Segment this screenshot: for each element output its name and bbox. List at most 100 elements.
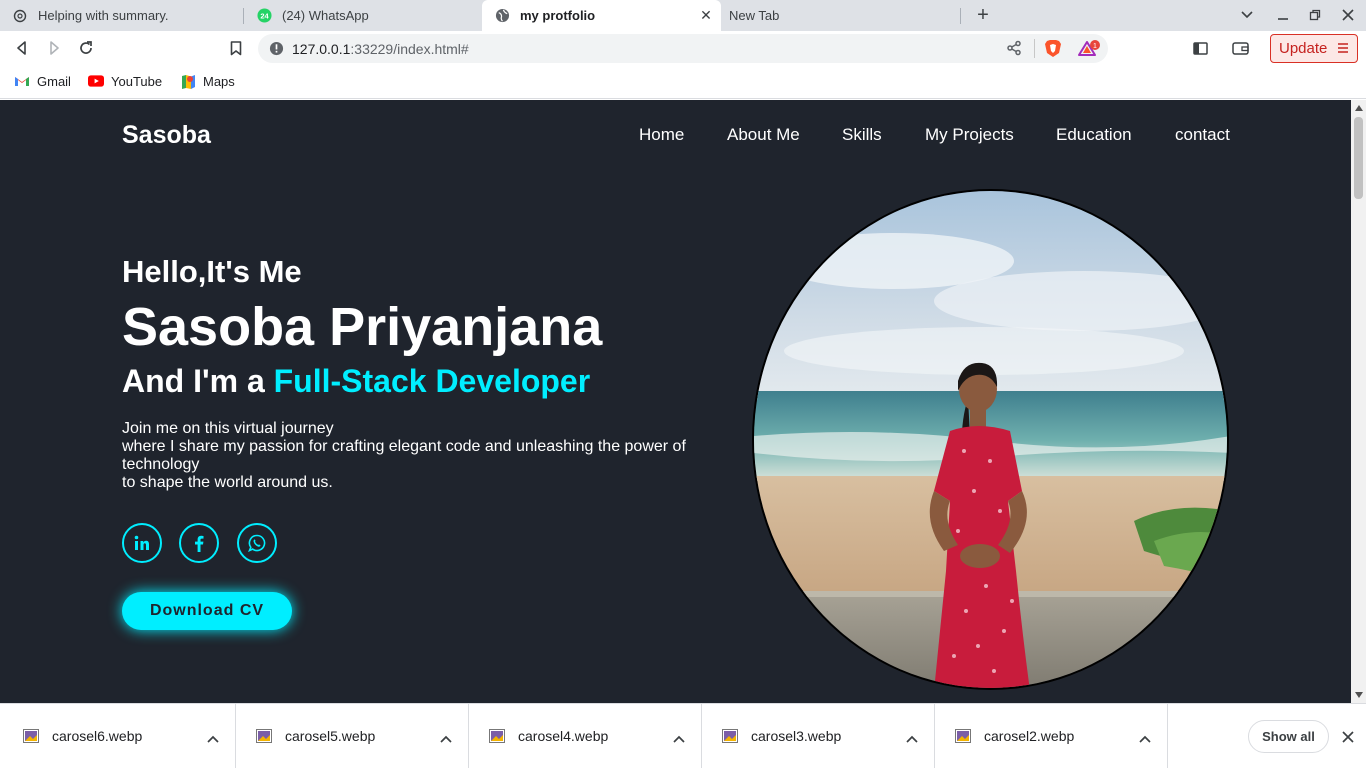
chevron-up-icon[interactable]	[906, 730, 918, 748]
tab-whatsapp[interactable]: 24 (24) WhatsApp	[244, 0, 482, 31]
bio-line: Join me on this virtual journey	[122, 420, 334, 437]
bookmark-label: Gmail	[37, 73, 71, 89]
role-accent: Full-Stack Developer	[273, 363, 591, 399]
chevron-up-icon[interactable]	[207, 730, 219, 748]
profile-photo	[752, 189, 1229, 690]
nav-skills[interactable]: Skills	[842, 125, 882, 145]
image-file-icon	[23, 729, 39, 748]
download-item[interactable]: carosel2.webp	[935, 704, 1168, 768]
bookmark-youtube[interactable]: YouTube	[88, 73, 162, 89]
brave-rewards-icon[interactable]: 1	[1078, 40, 1100, 63]
chevron-up-icon[interactable]	[673, 730, 685, 748]
show-all-downloads-button[interactable]: Show all	[1248, 720, 1329, 753]
scroll-down-arrow-icon[interactable]	[1351, 688, 1366, 702]
wallet-button[interactable]	[1228, 36, 1252, 60]
close-download-shelf-icon[interactable]	[1339, 728, 1357, 746]
bio-line: where I share my passion for crafting el…	[122, 438, 686, 473]
download-item[interactable]: carosel5.webp	[236, 704, 469, 768]
chevron-up-icon[interactable]	[440, 730, 452, 748]
update-button[interactable]: Update	[1270, 34, 1358, 63]
chatgpt-icon	[12, 8, 28, 24]
bookmarks-bar: Gmail YouTube Maps	[0, 65, 1366, 99]
scroll-up-arrow-icon[interactable]	[1351, 101, 1366, 115]
reload-icon	[80, 41, 92, 54]
download-item[interactable]: carosel6.webp	[3, 704, 236, 768]
tab-new-tab[interactable]: New Tab	[721, 0, 960, 31]
back-button[interactable]	[10, 36, 34, 60]
gmail-icon	[14, 73, 30, 89]
tab-title: (24) WhatsApp	[282, 8, 369, 23]
nav-about-me[interactable]: About Me	[727, 125, 800, 145]
hamburger-menu-icon	[1337, 41, 1349, 59]
download-shelf: carosel6.webp carosel5.webp carosel4.web…	[0, 703, 1366, 768]
hero-name: Sasoba Priyanjana	[122, 297, 603, 357]
back-arrow-icon	[17, 41, 26, 55]
image-file-icon	[256, 729, 272, 748]
url-text: 127.0.0.1:33229/index.html#	[292, 41, 469, 57]
page-scrollbar[interactable]	[1351, 100, 1366, 703]
update-label: Update	[1279, 40, 1328, 57]
download-filename: carosel4.webp	[518, 728, 609, 744]
hero-bio: Join me on this virtual journey where I …	[122, 420, 702, 492]
browser-toolbar: 127.0.0.1:33229/index.html# 1 Update	[0, 31, 1366, 65]
hero-greeting: Hello,It's Me	[122, 254, 302, 289]
tab-my-protfolio[interactable]: my protfolio ✕	[482, 0, 721, 31]
url-path: :33229/index.html#	[350, 41, 469, 57]
nav-contact[interactable]: contact	[1175, 125, 1230, 145]
url-host: 127.0.0.1	[292, 41, 351, 57]
brave-shields-icon[interactable]	[1044, 39, 1062, 63]
nav-home[interactable]: Home	[639, 125, 684, 145]
site-info-icon[interactable]	[269, 41, 284, 61]
share-icon[interactable]	[1006, 40, 1022, 61]
facebook-icon	[195, 535, 204, 552]
new-tab-button[interactable]: +	[972, 5, 994, 27]
scroll-thumb[interactable]	[1354, 117, 1363, 199]
tab-title: Helping with summary.	[38, 8, 169, 23]
facebook-link[interactable]	[179, 523, 219, 563]
bookmark-button[interactable]	[224, 36, 248, 60]
globe-icon	[494, 8, 510, 24]
download-filename: carosel6.webp	[52, 728, 143, 744]
wallet-icon	[1231, 42, 1249, 55]
close-window-icon[interactable]	[1337, 4, 1359, 26]
minimize-icon[interactable]	[1272, 4, 1294, 26]
sidebar-icon	[1192, 41, 1208, 55]
address-divider	[1034, 39, 1035, 58]
forward-arrow-icon	[50, 41, 59, 55]
sidebar-toggle-button[interactable]	[1188, 36, 1212, 60]
tab-strip: Helping with summary. 24 (24) WhatsApp m…	[0, 0, 1366, 31]
bookmark-label: YouTube	[111, 73, 163, 89]
tab-search-chevron-icon[interactable]	[1236, 4, 1258, 26]
reload-button[interactable]	[74, 36, 98, 60]
tab-helping-with-summary[interactable]: Helping with summary.	[0, 0, 243, 31]
close-tab-icon[interactable]: ✕	[699, 8, 713, 22]
tab-separator	[960, 8, 961, 24]
site-logo[interactable]: Sasoba	[122, 121, 211, 150]
image-file-icon	[955, 729, 971, 748]
whatsapp-icon	[248, 534, 266, 552]
address-bar[interactable]: 127.0.0.1:33229/index.html# 1	[258, 34, 1108, 63]
nav-education[interactable]: Education	[1056, 125, 1132, 145]
youtube-icon	[88, 73, 104, 89]
bio-line: to shape the world around us.	[122, 474, 333, 491]
whatsapp-icon: 24	[256, 8, 272, 24]
bookmark-maps[interactable]: Maps	[180, 73, 235, 89]
download-filename: carosel5.webp	[285, 728, 376, 744]
tab-title: my protfolio	[520, 8, 596, 23]
linkedin-link[interactable]	[122, 523, 162, 563]
forward-button[interactable]	[42, 36, 66, 60]
image-file-icon	[489, 729, 505, 748]
chevron-up-icon[interactable]	[1139, 730, 1151, 748]
nav-my-projects[interactable]: My Projects	[925, 125, 1014, 145]
tab-title: New Tab	[729, 8, 780, 23]
page-viewport: Sasoba Home About Me Skills My Projects …	[0, 100, 1351, 703]
restore-icon[interactable]	[1304, 4, 1326, 26]
download-cv-button[interactable]: Download CV	[122, 592, 292, 630]
bookmark-label: Maps	[203, 73, 235, 89]
download-item[interactable]: carosel4.webp	[469, 704, 702, 768]
whatsapp-link[interactable]	[237, 523, 277, 563]
download-item[interactable]: carosel3.webp	[702, 704, 935, 768]
bookmark-gmail[interactable]: Gmail	[14, 73, 71, 89]
image-file-icon	[722, 729, 738, 748]
download-filename: carosel2.webp	[984, 728, 1075, 744]
